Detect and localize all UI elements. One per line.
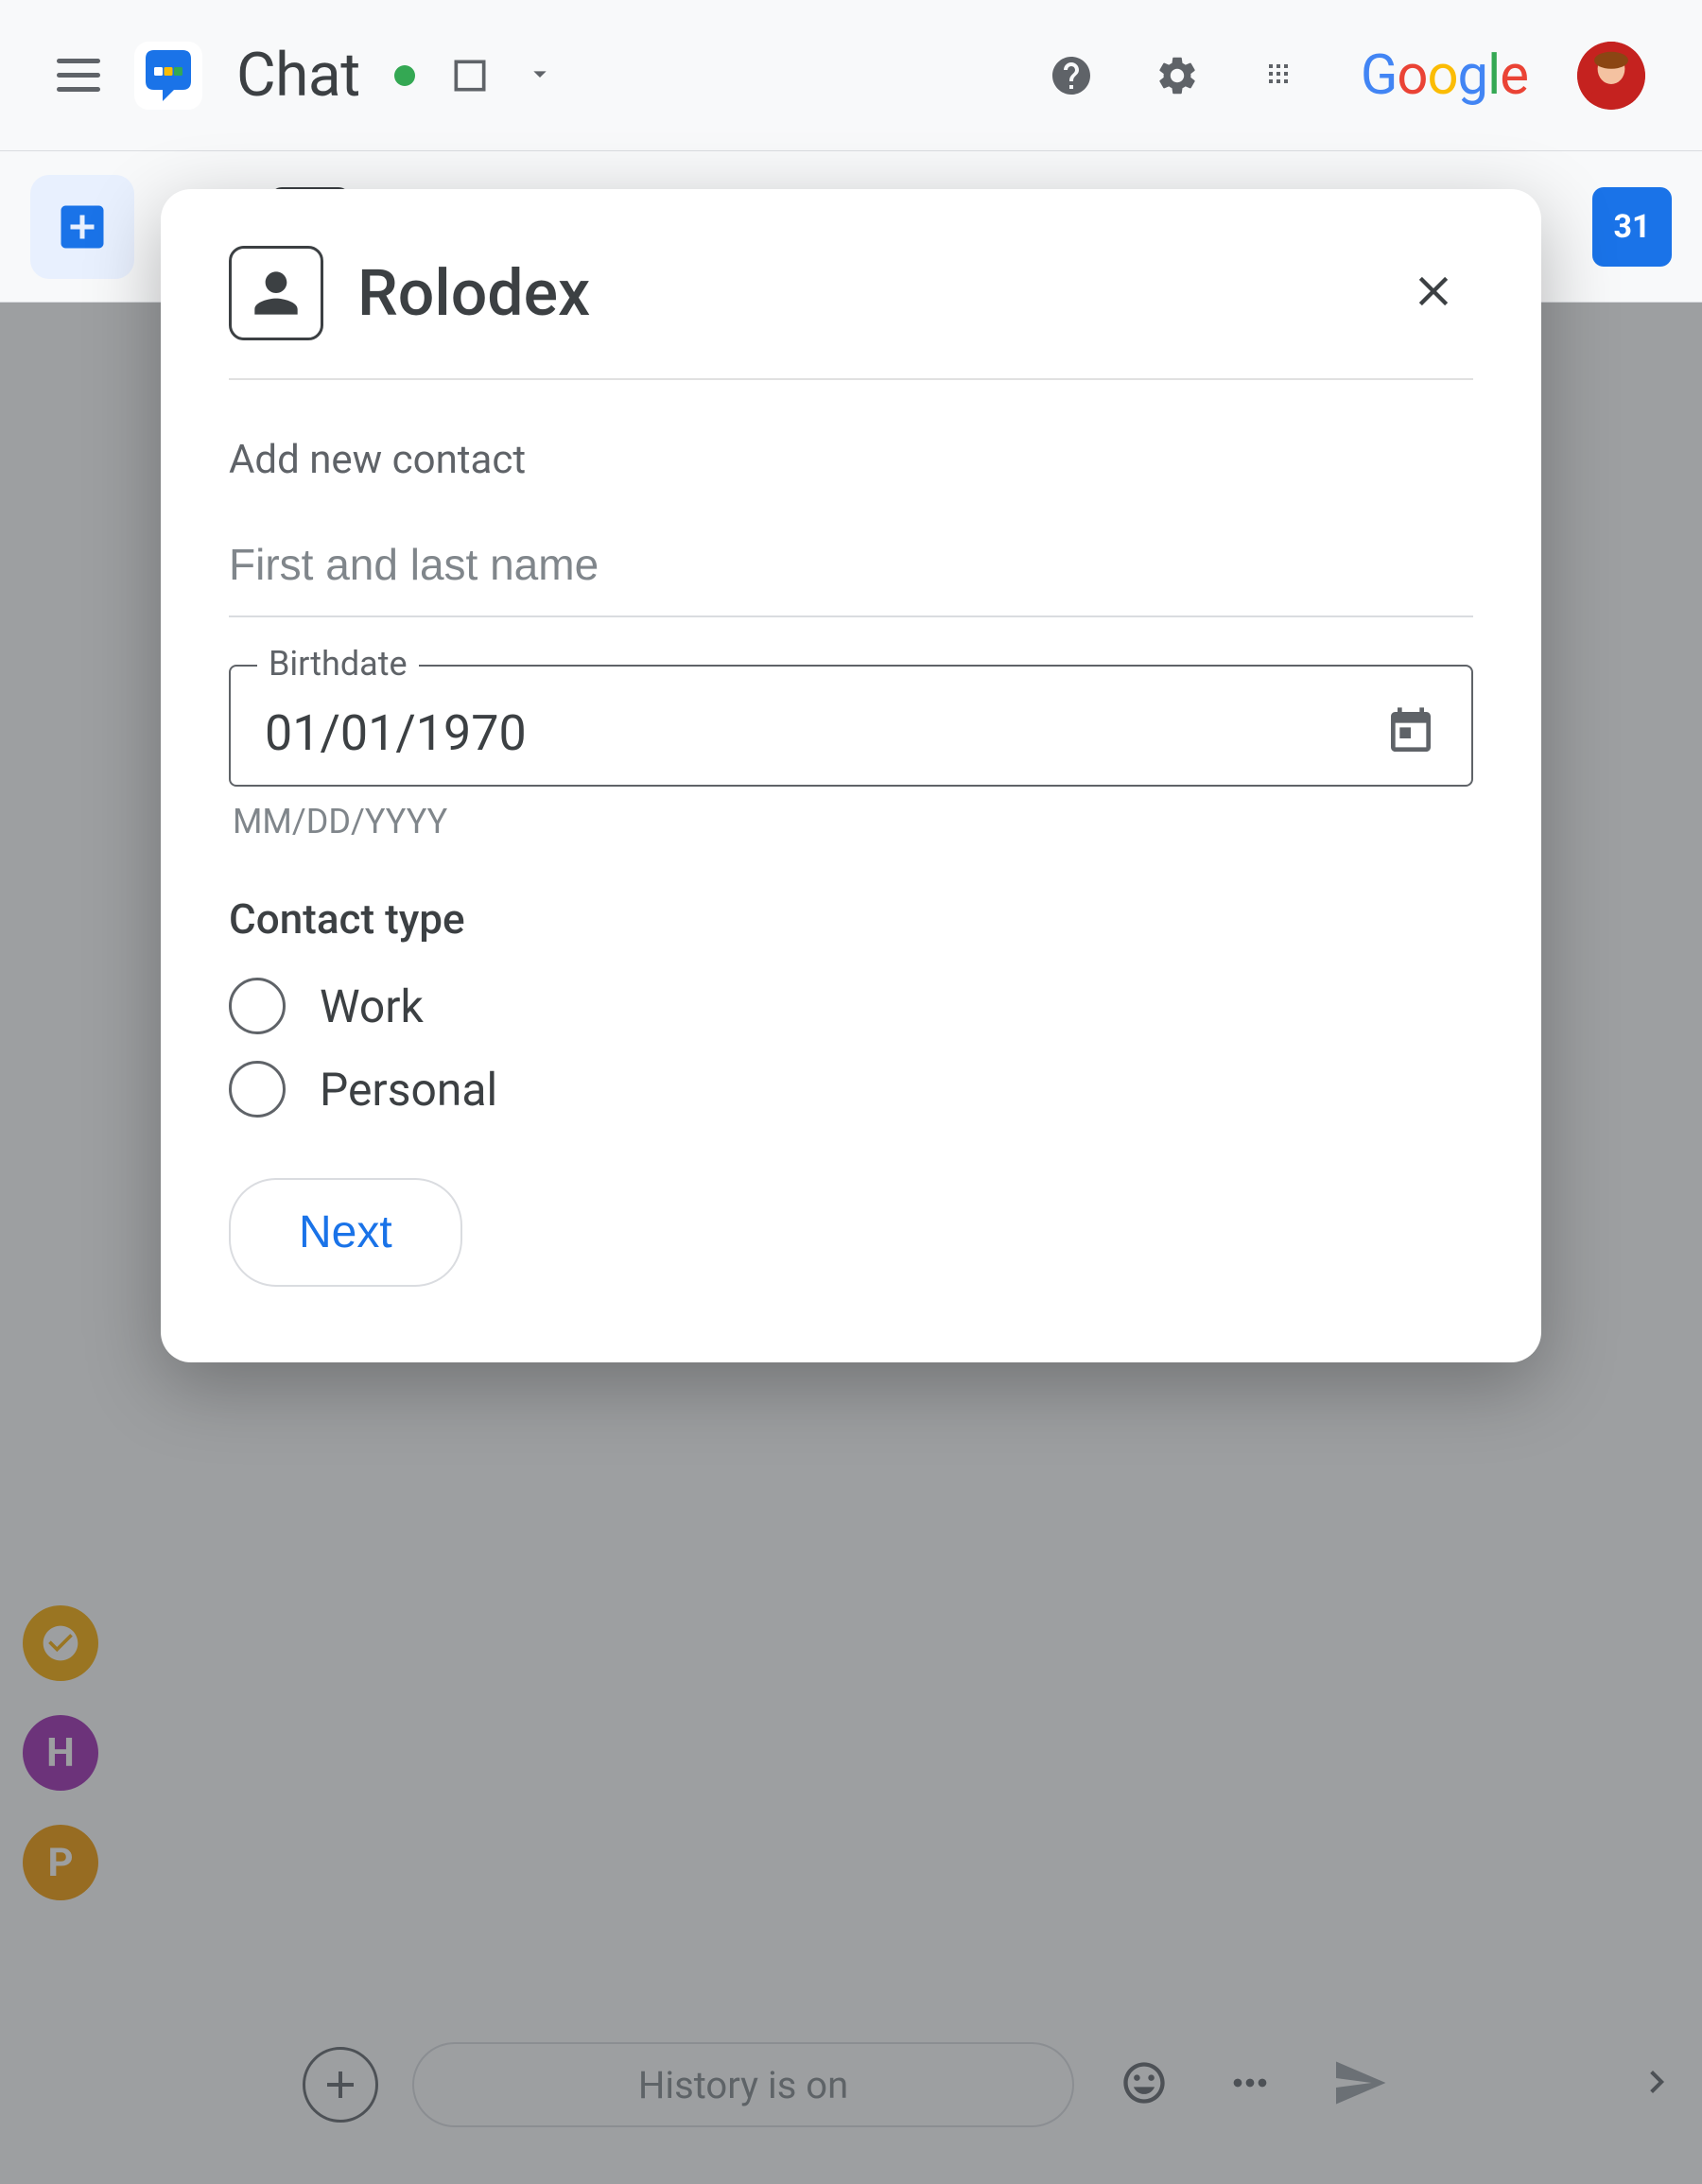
radio-label-work: Work [320, 979, 424, 1033]
modal-divider [229, 378, 1473, 380]
modal-title-wrap: Rolodex [229, 246, 590, 340]
modal-close-button[interactable] [1394, 251, 1473, 335]
modal-container: Rolodex Add new contact Birthdate 01/01/… [0, 0, 1702, 2184]
birthdate-value: 01/01/1970 [265, 704, 527, 762]
contact-type-label: Contact type [229, 894, 1473, 944]
radio-circle-personal [229, 1061, 286, 1118]
radio-work[interactable]: Work [229, 978, 1473, 1034]
radio-label-personal: Personal [320, 1063, 497, 1117]
calendar-picker-button[interactable] [1384, 705, 1437, 762]
name-input[interactable] [229, 513, 1473, 617]
birthdate-inner: 01/01/1970 [265, 704, 1437, 762]
birthdate-label: Birthdate [257, 644, 419, 684]
next-button[interactable]: Next [229, 1178, 462, 1287]
date-format-hint: MM/DD/YYYY [233, 802, 1473, 841]
modal-title: Rolodex [357, 255, 590, 331]
radio-personal[interactable]: Personal [229, 1061, 1473, 1118]
modal-app-icon [229, 246, 323, 340]
section-label: Add new contact [229, 437, 1473, 483]
rolodex-modal: Rolodex Add new contact Birthdate 01/01/… [161, 189, 1541, 1362]
birthdate-field-wrap: Birthdate 01/01/1970 [229, 665, 1473, 787]
radio-circle-work [229, 978, 286, 1034]
contact-type-radio-group: Work Personal [229, 978, 1473, 1118]
modal-header: Rolodex [229, 246, 1473, 340]
